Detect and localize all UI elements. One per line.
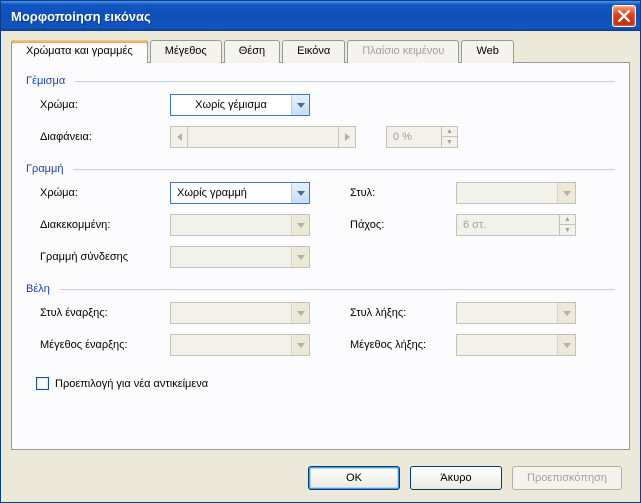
line-dashed-label: Διακεκομμένη: [40, 219, 170, 231]
window-title: Μορφοποίηση εικόνας [11, 9, 612, 24]
close-icon [618, 10, 630, 22]
line-weight-spinner: 6 στ. ▲▼ [456, 214, 576, 236]
divider [73, 169, 615, 170]
client-area: Χρώματα και γραμμές Μέγεθος Θέση Εικόνα … [1, 31, 640, 460]
divider [75, 81, 615, 82]
line-connector-label: Γραμμή σύνδεσης [40, 251, 170, 263]
end-size-combo [456, 334, 576, 356]
dialog-footer: OK Άκυρο Προεπισκόπηση [308, 466, 622, 490]
chevron-right-icon [345, 133, 350, 141]
spinner-arrows: ▲▼ [441, 127, 457, 147]
line-color-value: Χωρίς γραμμή [171, 187, 291, 199]
close-button[interactable] [612, 5, 636, 27]
line-legend-text: Γραμμή [26, 163, 63, 175]
chevron-down-icon [291, 335, 309, 355]
group-fill-legend: Γέμισμα [26, 73, 615, 89]
line-style-combo [456, 182, 576, 204]
tab-web[interactable]: Web [461, 40, 513, 63]
line-weight-value: 6 στ. [457, 219, 559, 231]
line-style-label: Στυλ: [350, 187, 456, 199]
end-style-label: Στυλ λήξης: [350, 307, 456, 319]
transparency-slider [170, 126, 356, 148]
divider [60, 289, 615, 290]
slider-left-button [170, 126, 188, 148]
chevron-left-icon [177, 133, 182, 141]
tab-textbox: Πλαίσιο κειμένου [347, 40, 459, 63]
end-style-combo [456, 302, 576, 324]
fill-color-combo[interactable]: Χωρίς γέμισμα [170, 94, 310, 116]
tab-panel: Γέμισμα Χρώμα: Χωρίς γέμισμα Διαφάνεια: [11, 62, 630, 450]
row-line-connector: Γραμμή σύνδεσης [26, 241, 615, 273]
slider-right-button [338, 126, 356, 148]
line-connector-combo [170, 246, 310, 268]
line-color-combo[interactable]: Χωρίς γραμμή [170, 182, 310, 204]
chevron-down-icon [557, 183, 575, 203]
cancel-button[interactable]: Άκυρο [410, 466, 502, 490]
end-size-label: Μέγεθος λήξης: [350, 339, 456, 351]
slider-track [188, 126, 338, 148]
fill-color-value: Χωρίς γέμισμα [171, 99, 291, 111]
tab-size[interactable]: Μέγεθος [150, 40, 222, 63]
tab-colors-lines[interactable]: Χρώματα και γραμμές [11, 40, 148, 63]
row-arrow-size: Μέγεθος έναρξης: Μέγεθος λήξης: [26, 329, 615, 361]
transparency-value: 0 % [387, 131, 441, 143]
fill-color-label: Χρώμα: [40, 99, 170, 111]
tab-position[interactable]: Θέση [224, 40, 280, 63]
row-fill-transparency: Διαφάνεια: 0 % ▲▼ [26, 121, 615, 153]
transparency-label: Διαφάνεια: [40, 131, 170, 143]
titlebar[interactable]: Μορφοποίηση εικόνας [1, 1, 640, 31]
line-color-label: Χρώμα: [40, 187, 170, 199]
chevron-down-icon [557, 335, 575, 355]
row-line-color-style: Χρώμα: Χωρίς γραμμή Στυλ: [26, 177, 615, 209]
chevron-down-icon [291, 183, 309, 203]
group-line-legend: Γραμμή [26, 161, 615, 177]
tabstrip: Χρώματα και γραμμές Μέγεθος Θέση Εικόνα … [11, 40, 630, 63]
chevron-down-icon [291, 303, 309, 323]
begin-style-label: Στυλ έναρξης: [40, 307, 170, 319]
transparency-spinner: 0 % ▲▼ [386, 126, 458, 148]
group-fill: Γέμισμα Χρώμα: Χωρίς γέμισμα Διαφάνεια: [26, 73, 615, 153]
line-weight-label: Πάχος: [350, 219, 456, 231]
preselect-label: Προεπιλογή για νέα αντικείμενα [55, 378, 208, 390]
preview-button: Προεπισκόπηση [512, 466, 622, 490]
row-arrow-style: Στυλ έναρξης: Στυλ λήξης: [26, 297, 615, 329]
preselect-row: Προεπιλογή για νέα αντικείμενα [26, 369, 615, 390]
group-arrows: Βέλη Στυλ έναρξης: Στυλ [26, 281, 615, 361]
dialog-window: Μορφοποίηση εικόνας Χρώματα και γραμμές … [0, 0, 641, 503]
row-line-dashed-weight: Διακεκομμένη: Πάχος: 6 στ. [26, 209, 615, 241]
spinner-arrows: ▲▼ [559, 215, 575, 235]
chevron-down-icon [291, 247, 309, 267]
group-line: Γραμμή Χρώμα: Χωρίς γραμμή [26, 161, 615, 273]
begin-size-label: Μέγεθος έναρξης: [40, 339, 170, 351]
group-arrows-legend: Βέλη [26, 281, 615, 297]
chevron-down-icon [291, 95, 309, 115]
line-dashed-combo [170, 214, 310, 236]
preselect-checkbox[interactable] [36, 377, 49, 390]
begin-style-combo [170, 302, 310, 324]
arrows-legend-text: Βέλη [26, 283, 50, 295]
chevron-down-icon [557, 303, 575, 323]
ok-button[interactable]: OK [308, 466, 400, 490]
row-fill-color: Χρώμα: Χωρίς γέμισμα [26, 89, 615, 121]
tab-picture[interactable]: Εικόνα [282, 40, 345, 63]
begin-size-combo [170, 334, 310, 356]
chevron-down-icon [291, 215, 309, 235]
fill-legend-text: Γέμισμα [26, 75, 65, 87]
